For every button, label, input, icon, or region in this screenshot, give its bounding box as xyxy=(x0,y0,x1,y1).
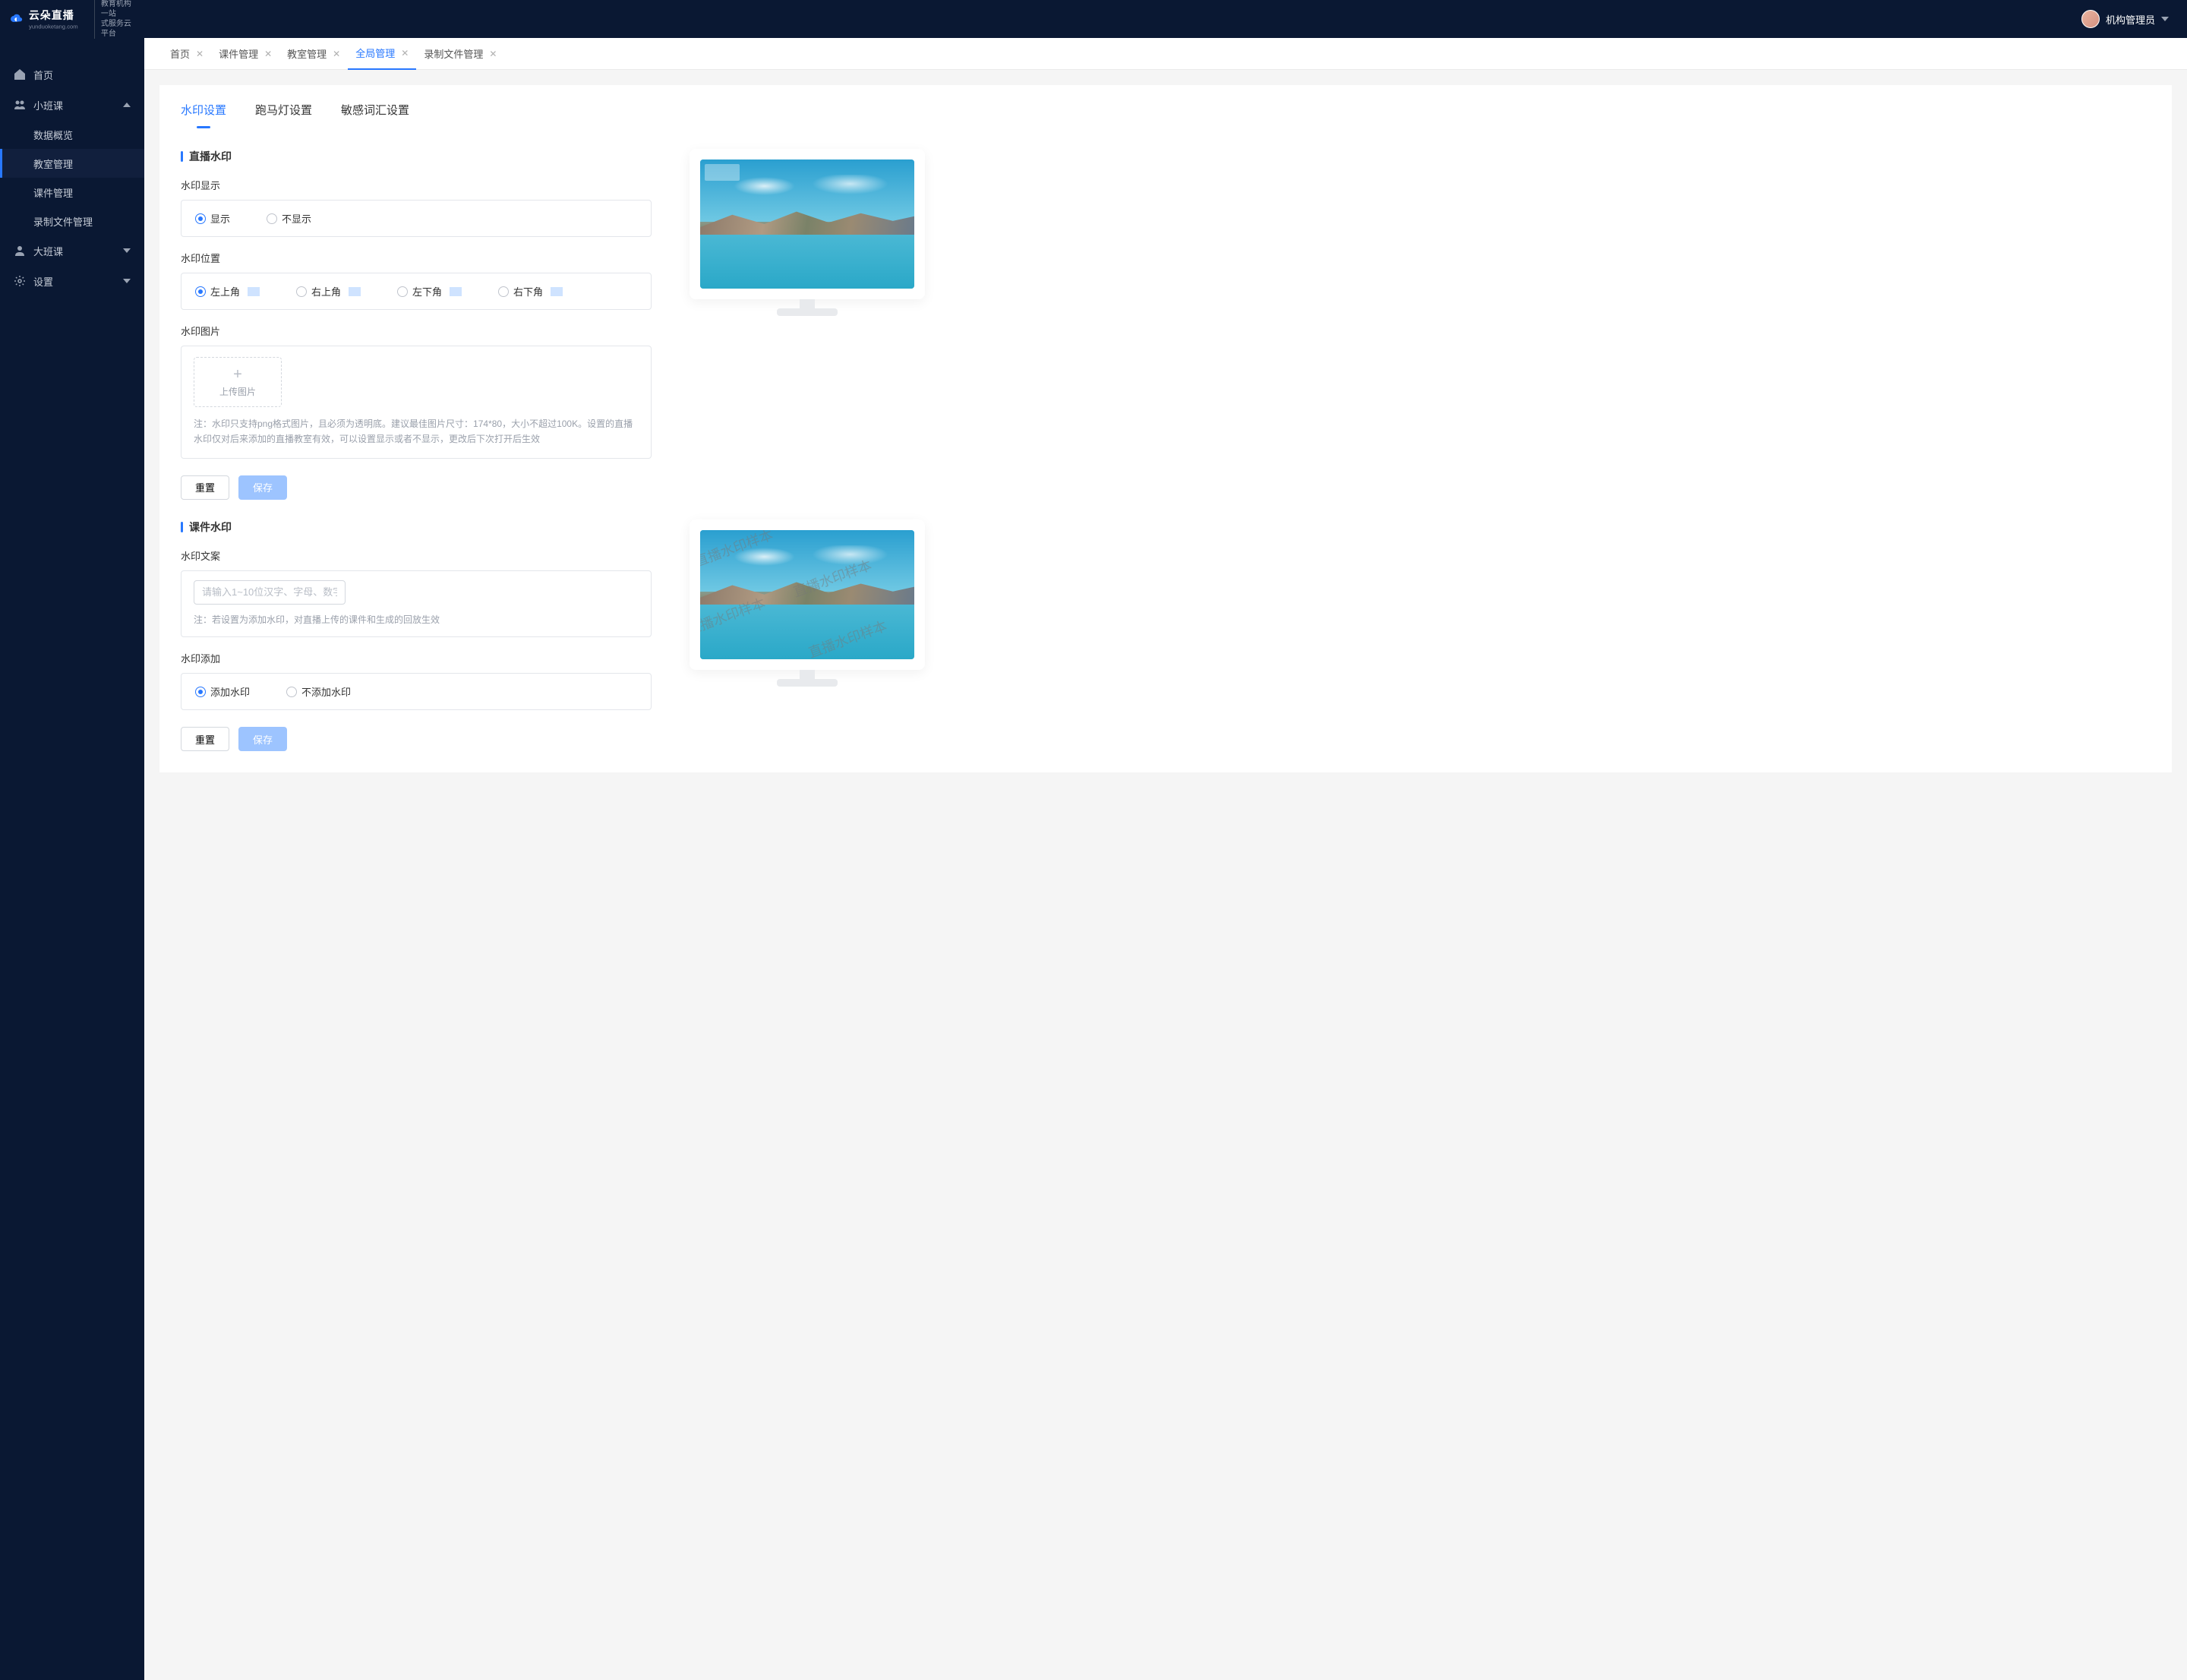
content-card: 水印设置 跑马灯设置 敏感词汇设置 直播水印 水印显示 显示 不显示 水印位置 … xyxy=(159,85,2172,772)
reset-button[interactable]: 重置 xyxy=(181,475,229,500)
user-label: 机构管理员 xyxy=(2106,12,2155,27)
preview-monitor-live xyxy=(690,149,925,299)
swatch-icon xyxy=(248,287,260,296)
sub-tabs: 水印设置 跑马灯设置 敏感词汇设置 xyxy=(181,85,2151,129)
sub-tab-marquee[interactable]: 跑马灯设置 xyxy=(255,102,312,128)
nav-sub-data-overview[interactable]: 数据概览 xyxy=(0,120,144,149)
sub-tab-watermark[interactable]: 水印设置 xyxy=(181,102,226,128)
field-display-label: 水印显示 xyxy=(181,178,652,192)
logo: 云朵直播 yunduoketang.com 教育机构一站 式服务云平台 xyxy=(0,0,144,38)
field-image-label: 水印图片 xyxy=(181,324,652,338)
nav-sub-classroom-mgmt[interactable]: 教室管理 xyxy=(0,149,144,178)
tab-classroom[interactable]: 教室管理✕ xyxy=(279,38,348,70)
users-icon xyxy=(14,99,26,111)
main: 首页✕ 课件管理✕ 教室管理✕ 全局管理✕ 录制文件管理✕ 水印设置 跑马灯设置… xyxy=(144,38,2187,772)
close-icon[interactable]: ✕ xyxy=(401,48,409,58)
preview-monitor-course: 直播水印样本 直播水印样本 直播水印样本 直播水印样本 xyxy=(690,519,925,670)
sidebar: 云朵直播 yunduoketang.com 教育机构一站 式服务云平台 首页 小… xyxy=(0,0,144,1680)
radio-pos-tr[interactable]: 右上角 xyxy=(296,284,361,298)
watermark-badge-preview xyxy=(705,164,740,181)
tab-global[interactable]: 全局管理✕ xyxy=(348,38,416,70)
group-icon xyxy=(14,245,26,257)
field-text-label: 水印文案 xyxy=(181,548,652,563)
upload-note: 注：水印只支持png格式图片，且必须为透明底。建议最佳图片尺寸：174*80，大… xyxy=(194,416,639,447)
tab-courseware[interactable]: 课件管理✕ xyxy=(211,38,279,70)
reset-button-2[interactable]: 重置 xyxy=(181,727,229,751)
logo-tagline-1: 教育机构一站 xyxy=(101,0,134,19)
field-add-label: 水印添加 xyxy=(181,651,652,665)
upload-button[interactable]: + 上传图片 xyxy=(194,357,282,407)
chevron-down-icon xyxy=(2161,17,2169,21)
nav-large-class[interactable]: 大班课 xyxy=(0,235,144,266)
avatar xyxy=(2081,10,2100,28)
radio-display-show[interactable]: 显示 xyxy=(195,211,230,226)
home-icon xyxy=(14,68,26,81)
radio-group-display: 显示 不显示 xyxy=(181,200,652,237)
user-menu[interactable]: 机构管理员 xyxy=(2081,10,2169,28)
top-header: 机构管理员 xyxy=(0,0,2187,38)
section-title-live: 直播水印 xyxy=(181,149,652,164)
radio-add-yes[interactable]: 添加水印 xyxy=(195,684,250,699)
upload-area: + 上传图片 注：水印只支持png格式图片，且必须为透明底。建议最佳图片尺寸：1… xyxy=(181,346,652,459)
radio-pos-br[interactable]: 右下角 xyxy=(498,284,563,298)
close-icon[interactable]: ✕ xyxy=(333,49,340,59)
cloud-logo-icon xyxy=(11,11,23,27)
radio-group-position: 左上角 右上角 左下角 右下角 xyxy=(181,273,652,310)
logo-brand: 云朵直播 xyxy=(29,8,87,23)
nav-home[interactable]: 首页 xyxy=(0,59,144,90)
nav-settings-label: 设置 xyxy=(33,274,53,289)
section-title-course: 课件水印 xyxy=(181,519,652,535)
nav-home-label: 首页 xyxy=(33,68,53,82)
radio-group-add: 添加水印 不添加水印 xyxy=(181,673,652,710)
swatch-icon xyxy=(349,287,361,296)
radio-pos-tl[interactable]: 左上角 xyxy=(195,284,260,298)
close-icon[interactable]: ✕ xyxy=(196,49,204,59)
section-live-watermark: 直播水印 水印显示 显示 不显示 水印位置 左上角 右上角 左下角 右下角 水印… xyxy=(181,149,2151,500)
save-button[interactable]: 保存 xyxy=(238,475,287,500)
radio-pos-bl[interactable]: 左下角 xyxy=(397,284,462,298)
section-courseware-watermark: 课件水印 水印文案 注：若设置为添加水印，对直播上传的课件和生成的回放生效 水印… xyxy=(181,519,2151,751)
radio-add-no[interactable]: 不添加水印 xyxy=(286,684,351,699)
radio-display-hide[interactable]: 不显示 xyxy=(267,211,311,226)
swatch-icon xyxy=(450,287,462,296)
nav-settings[interactable]: 设置 xyxy=(0,266,144,296)
tabs-bar: 首页✕ 课件管理✕ 教室管理✕ 全局管理✕ 录制文件管理✕ xyxy=(144,38,2187,70)
swatch-icon xyxy=(551,287,563,296)
sub-tab-sensitive[interactable]: 敏感词汇设置 xyxy=(341,102,409,128)
text-note: 注：若设置为添加水印，对直播上传的课件和生成的回放生效 xyxy=(194,612,639,627)
nav-small-class-label: 小班课 xyxy=(33,98,63,112)
logo-tagline-2: 式服务云平台 xyxy=(101,19,134,39)
tab-recording[interactable]: 录制文件管理✕ xyxy=(416,38,504,70)
plus-icon: + xyxy=(233,367,242,382)
chevron-up-icon xyxy=(123,103,131,107)
close-icon[interactable]: ✕ xyxy=(264,49,272,59)
gear-icon xyxy=(14,275,26,287)
nav-sub-courseware-mgmt[interactable]: 课件管理 xyxy=(0,178,144,207)
close-icon[interactable]: ✕ xyxy=(489,49,497,59)
logo-domain: yunduoketang.com xyxy=(29,24,78,30)
sidebar-nav: 首页 小班课 数据概览 教室管理 课件管理 录制文件管理 大班课 设置 xyxy=(0,38,144,296)
chevron-down-icon xyxy=(123,248,131,253)
nav-large-class-label: 大班课 xyxy=(33,244,63,258)
nav-sub-recording-mgmt[interactable]: 录制文件管理 xyxy=(0,207,144,235)
nav-small-class[interactable]: 小班课 xyxy=(0,90,144,120)
chevron-down-icon xyxy=(123,279,131,283)
field-position-label: 水印位置 xyxy=(181,251,652,265)
text-input-wrap: 注：若设置为添加水印，对直播上传的课件和生成的回放生效 xyxy=(181,570,652,637)
save-button-2[interactable]: 保存 xyxy=(238,727,287,751)
watermark-text-input[interactable] xyxy=(194,580,346,605)
tab-home[interactable]: 首页✕ xyxy=(163,38,211,70)
